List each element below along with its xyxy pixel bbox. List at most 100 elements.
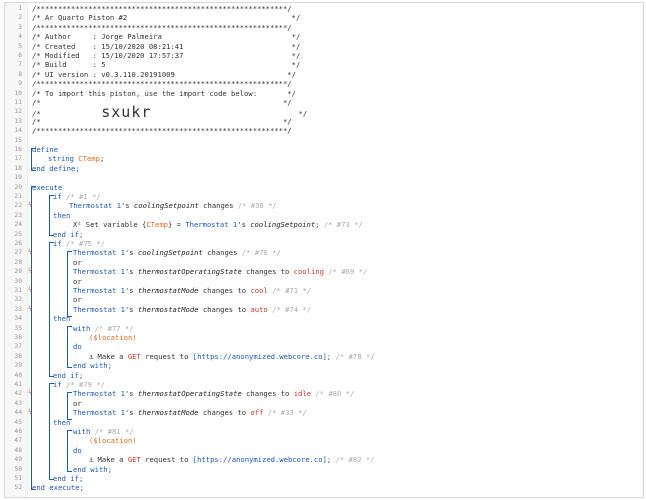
or-operator: or <box>73 295 82 305</box>
condition[interactable]: Thermostat 1's coolingSetpoint changes /… <box>73 248 281 257</box>
code-line: 52 end execute; <box>5 483 641 492</box>
line-number: 30 <box>14 277 22 285</box>
header-border: /***************************************… <box>32 126 292 136</box>
attribute-name: coolingSetpoint <box>133 201 199 211</box>
if-statement[interactable]: if /* #1 */ <box>53 192 101 201</box>
code-line: 50 end with; <box>5 465 641 474</box>
code-line: 28 or <box>5 258 641 267</box>
operator: changes to <box>202 286 247 295</box>
end-define: end define; <box>32 163 80 173</box>
attribute-name: thermostatOperatingState <box>137 267 242 277</box>
location-target[interactable]: ($location) <box>89 436 137 445</box>
operator: changes to <box>202 304 247 314</box>
condition[interactable]: Thermostat 1's thermostatMode changes to… <box>73 286 311 295</box>
build-line: /* Build : 5 */ <box>32 60 301 70</box>
end-execute: end execute; <box>32 483 84 493</box>
line-number: 47 <box>14 437 22 445</box>
end-with: end with; <box>73 464 112 474</box>
with-bracket <box>67 430 72 472</box>
value: off <box>250 408 264 418</box>
if-statement[interactable]: if /* #79 */ <box>53 380 105 389</box>
code-line: 38 ⚓ Make a GET request to [https://anony… <box>5 352 641 361</box>
device-name: Thermostat 1 <box>69 201 121 211</box>
code-line: 42 ϟ Thermostat 1's thermostatOperatingSta… <box>5 389 641 398</box>
code-line: 8 /* UI version : v0.3.110.20191009 */ <box>5 70 641 79</box>
action-id: /* #73 */ <box>323 220 363 230</box>
code-line: 17 string CTemp; <box>5 154 641 163</box>
line-number: 22 <box>14 202 22 210</box>
attribute-name: coolingSetpoint <box>137 248 203 258</box>
code-line: 37 do <box>5 342 641 351</box>
action-id: /* #78 */ <box>335 351 375 361</box>
condition-id: /* #74 */ <box>272 304 312 314</box>
value: idle <box>293 389 312 399</box>
condition-id: /* #33 */ <box>267 408 307 418</box>
line-number: 50 <box>14 465 22 473</box>
condition[interactable]: Thermostat 1's thermostatMode changes to… <box>73 408 307 417</box>
line-number: 41 <box>14 381 22 388</box>
variable-declaration[interactable]: string CTemp; <box>48 154 104 163</box>
operator: changes <box>207 248 238 258</box>
condition-id: /* #36 */ <box>237 201 277 211</box>
attribute-name: thermostatMode <box>137 286 199 295</box>
device-name: Thermostat 1 <box>73 248 125 258</box>
line-number: 38 <box>14 352 22 360</box>
line-number: 43 <box>14 399 22 407</box>
code-line: 47 ($location) <box>5 436 641 445</box>
line-number: 6 <box>18 52 22 59</box>
request-url: [https://anonymized.webcore.co] <box>192 351 327 361</box>
if-statement[interactable]: if /* #75 */ <box>53 239 105 248</box>
code-line: 9 /**************************************… <box>5 79 641 88</box>
with-statement[interactable]: with /* #81 */ <box>73 427 134 436</box>
condition[interactable]: Thermostat 1's thermostatOperatingState … <box>73 267 367 276</box>
code-line: 12/* sxukr */ <box>5 105 641 120</box>
code-line: 19 <box>5 173 641 182</box>
operator: changes <box>203 201 234 211</box>
condition[interactable]: Thermostat 1's thermostatOperatingState … <box>73 389 354 398</box>
modified-line: /* Modified : 15/10/2020 17:57:37 */ <box>32 51 301 60</box>
action-text: Make a <box>97 455 124 465</box>
or-operator: or <box>73 276 82 286</box>
code-line: 36 ($location) <box>5 333 641 342</box>
attribute-name: thermostatMode <box>137 304 199 314</box>
condition-id: /* #69 */ <box>328 267 368 277</box>
with-statement[interactable]: with /* #77 */ <box>73 324 134 333</box>
author-line: /* Author : Jorge Palmeira */ <box>32 32 301 42</box>
code-line: 26 if /* #75 */ <box>5 239 641 248</box>
define-bracket <box>31 148 36 171</box>
line-number: 3 <box>18 23 22 31</box>
code-line: 4 /* Author : Jorge Palmeira */ <box>5 32 641 41</box>
condition[interactable]: Thermostat 1's thermostatMode changes to… <box>73 305 311 314</box>
action-text-mid: request to <box>145 455 189 465</box>
line-number: 15 <box>14 136 22 144</box>
location-target[interactable]: ($location) <box>89 333 137 342</box>
action-variable: CTemp <box>146 220 168 230</box>
code-line: 14 /*************************************… <box>5 126 641 135</box>
execute-keyword[interactable]: execute <box>32 183 62 192</box>
device-name: Thermostat 1 <box>73 304 125 314</box>
code-line: 2 /* Ar Quarto Piston #2 */ <box>5 13 641 22</box>
code-line: 39 end with; <box>5 361 641 370</box>
request-url: [https://anonymized.webcore.co] <box>192 455 327 465</box>
condition-group-bracket <box>67 251 72 317</box>
code-line: 23 then <box>5 211 641 220</box>
with-keyword: with <box>73 427 91 436</box>
code-line: 6 /* Modified : 15/10/2020 17:57:37 */ <box>5 51 641 60</box>
code-line: 32 or <box>5 295 641 304</box>
action-text: Make a <box>97 351 124 361</box>
piston-code-editor[interactable]: 1 /**************************************… <box>4 2 644 498</box>
code-line: 45 then <box>5 418 641 427</box>
created-line: /* Created : 15/10/2020 08:21:41 */ <box>32 41 301 51</box>
code-line: 13 /* */ <box>5 117 641 126</box>
code-line: 41 if /* #79 */ <box>5 380 641 389</box>
value: cooling <box>293 267 325 277</box>
variable-type: string <box>48 154 74 164</box>
operator: changes to <box>202 408 247 418</box>
line-number: 20 <box>14 183 22 191</box>
line-number: 11 <box>14 99 22 106</box>
attribute-name: thermostatOperatingState <box>137 389 242 399</box>
condition[interactable]: Thermostat 1's coolingSetpoint changes /… <box>69 201 277 210</box>
code-line: 24 X² Set variable {CTemp} = Thermostat 1… <box>5 220 641 229</box>
line-number: 29 <box>14 268 22 276</box>
line-number: 2 <box>18 14 22 22</box>
